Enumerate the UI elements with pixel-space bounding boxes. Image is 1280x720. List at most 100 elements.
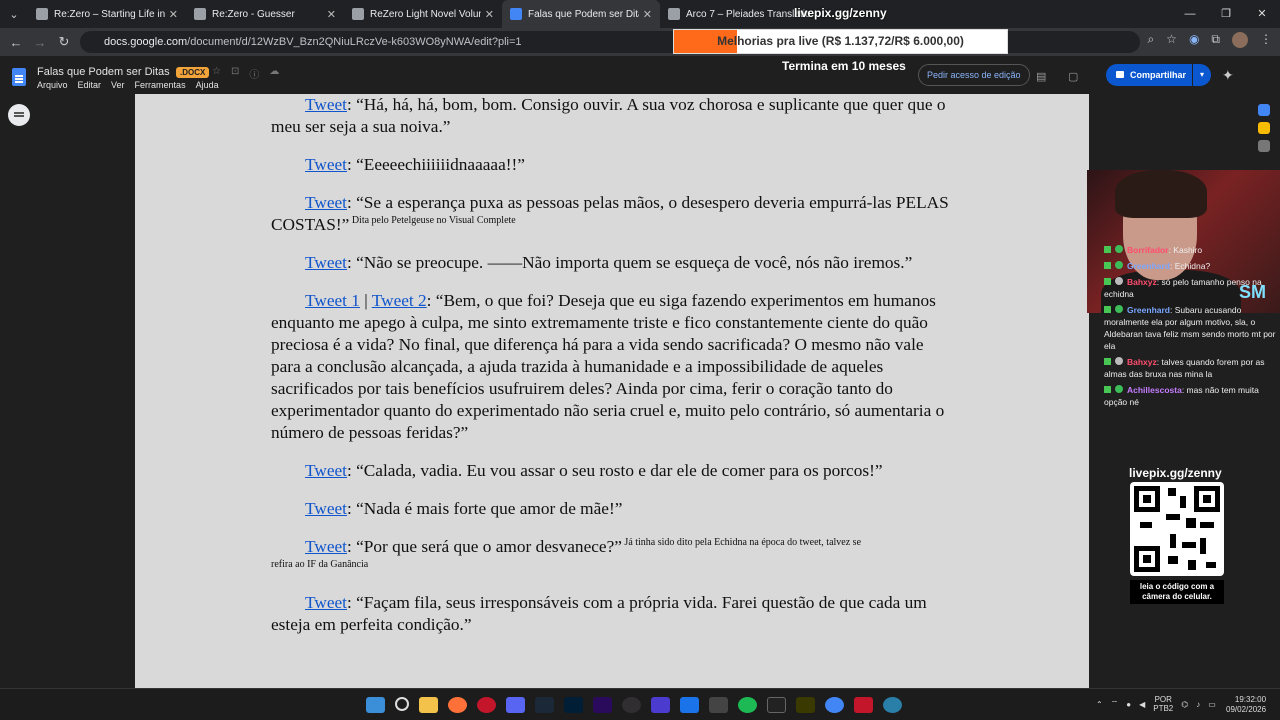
- info-icon[interactable]: ⓘ: [249, 66, 259, 81]
- tab-close-icon[interactable]: ✕: [327, 8, 336, 21]
- extension-icon[interactable]: ◉: [1189, 32, 1199, 48]
- start-icon[interactable]: [366, 697, 385, 713]
- steam-icon[interactable]: [535, 697, 554, 713]
- extensions-puzzle-icon[interactable]: ⧉: [1211, 32, 1220, 48]
- tweet-1-link[interactable]: Tweet 1: [305, 291, 360, 310]
- opera-icon[interactable]: [477, 697, 496, 713]
- network-status-icon[interactable]: ⌬: [1181, 700, 1188, 709]
- tasks-icon[interactable]: [1258, 140, 1270, 152]
- quote-paragraph: Tweet: “Não se preocupe. ——Não importa q…: [271, 252, 951, 274]
- menu-arquivo[interactable]: Arquivo: [37, 80, 68, 90]
- tab-favicon: [668, 8, 680, 20]
- badge-icon: [1104, 278, 1111, 285]
- cloud-icon[interactable]: ☁: [269, 66, 279, 81]
- quote-text: : “Bem, o que foi? Deseja que eu siga fa…: [271, 291, 945, 442]
- document-title[interactable]: Falas que Podem ser Ditas: [37, 66, 170, 78]
- media-player-icon[interactable]: [651, 697, 670, 713]
- speaker-icon[interactable]: ♪: [1196, 700, 1200, 709]
- tweet-link[interactable]: Tweet: [305, 155, 347, 174]
- discord-icon[interactable]: [506, 697, 525, 713]
- search-icon[interactable]: [395, 697, 409, 711]
- chat-message: Greenhard: Subaru acusando moralmente el…: [1104, 305, 1276, 351]
- chat-text: Echidna?: [1172, 261, 1211, 271]
- menu-ajuda[interactable]: Ajuda: [196, 80, 219, 90]
- photoshop-icon[interactable]: [564, 697, 583, 713]
- footnote-text: Já tinha sido dito pela Echidna na época…: [621, 537, 862, 549]
- request-edit-access-button[interactable]: Pedir acesso de edição: [918, 64, 1030, 86]
- quote-text: : “Há, há, há, bom, bom. Consigo ouvir. …: [271, 95, 946, 136]
- quote-paragraph: Tweet: “Calada, vadia. Eu vou assar o se…: [271, 460, 951, 482]
- tab-close-icon[interactable]: ✕: [485, 8, 494, 21]
- premiere-icon[interactable]: [593, 697, 612, 713]
- zoom-icon[interactable]: ⌕: [1147, 32, 1154, 48]
- bookmark-star-icon[interactable]: ☆: [1166, 32, 1177, 48]
- forward-icon[interactable]: →: [28, 35, 52, 50]
- browser-tab-4[interactable]: Falas que Podem ser Ditas.docx ✕: [502, 0, 660, 28]
- tweet-2-link[interactable]: Tweet 2: [372, 291, 427, 310]
- badge-icon: [1115, 277, 1123, 285]
- move-folder-icon[interactable]: ⊡: [231, 66, 239, 81]
- reload-icon[interactable]: ↻: [52, 34, 76, 50]
- language-indicator[interactable]: POR PTB2: [1153, 695, 1173, 713]
- menu-editar[interactable]: Editar: [78, 80, 102, 90]
- obs-icon[interactable]: [622, 697, 641, 713]
- app-icon[interactable]: [709, 697, 728, 713]
- tweet-link[interactable]: Tweet: [305, 461, 347, 480]
- tweet-link[interactable]: Tweet: [305, 593, 347, 612]
- browser-tab-2[interactable]: Re:Zero - Guesser ✕: [186, 0, 344, 28]
- browser-tab-1[interactable]: Re:Zero – Starting Life in Anoth ✕: [28, 0, 186, 28]
- quote-text: : “Calada, vadia. Eu vou assar o seu ros…: [346, 461, 883, 480]
- share-dropdown-icon[interactable]: ▾: [1193, 64, 1211, 86]
- firefox-icon[interactable]: [448, 697, 467, 713]
- quote-text: : “Eeeeechiiiiiidnaaaaa!!”: [346, 155, 525, 174]
- minimize-icon[interactable]: —: [1172, 0, 1208, 28]
- document-page[interactable]: Tweet: “Há, há, há, bom, bom. Consigo ou…: [135, 94, 1089, 688]
- clock[interactable]: 19:32:00 09/02/2026: [1226, 695, 1266, 715]
- tweet-link[interactable]: Tweet: [305, 253, 347, 272]
- file-explorer-icon[interactable]: [419, 697, 438, 713]
- chrome-icon[interactable]: [825, 697, 844, 713]
- tweet-link[interactable]: Tweet: [305, 95, 347, 114]
- app-icon[interactable]: [854, 697, 873, 713]
- battery-icon[interactable]: ▭: [1208, 700, 1216, 709]
- app-icon[interactable]: [796, 697, 815, 713]
- gemini-icon[interactable]: ✦: [1222, 67, 1234, 84]
- tab-favicon: [352, 8, 364, 20]
- chat-message: Bahxyz: só pelo tamanho penso na echidna: [1104, 277, 1262, 299]
- tab-close-icon[interactable]: ✕: [643, 8, 652, 21]
- meet-icon[interactable]: ▢: [1068, 70, 1078, 83]
- maximize-icon[interactable]: ❐: [1208, 0, 1244, 28]
- back-icon[interactable]: ←: [4, 35, 28, 50]
- profile-avatar[interactable]: [1232, 32, 1248, 48]
- chat-user: Bahxyz: [1127, 357, 1157, 367]
- badge-icon: [1104, 246, 1111, 253]
- app-icon[interactable]: [680, 697, 699, 713]
- outline-icon[interactable]: [8, 104, 30, 126]
- comments-icon[interactable]: ▤: [1036, 70, 1046, 83]
- tab-favicon: [510, 8, 522, 20]
- quote-paragraph: Tweet: “Há, há, há, bom, bom. Consigo ou…: [271, 94, 951, 138]
- docs-logo-icon[interactable]: [12, 68, 26, 86]
- menu-ver[interactable]: Ver: [111, 80, 125, 90]
- keep-icon[interactable]: [1258, 122, 1270, 134]
- browser-tab-3[interactable]: ReZero Light Novel Volume 39 ✕: [344, 0, 502, 28]
- browser-menu-icon[interactable]: ⋮: [1260, 32, 1272, 48]
- mic-icon[interactable]: ●: [1126, 700, 1131, 709]
- app-icon[interactable]: [883, 697, 902, 713]
- terminal-icon[interactable]: [767, 697, 786, 713]
- star-icon[interactable]: ☆: [212, 66, 221, 81]
- tray-chevron-icon[interactable]: ⌃: [1096, 700, 1103, 709]
- tab-close-icon[interactable]: ✕: [169, 8, 178, 21]
- tweet-link[interactable]: Tweet: [305, 499, 347, 518]
- tab-search-icon[interactable]: ⌄: [0, 0, 28, 28]
- menu-ferramentas[interactable]: Ferramentas: [135, 80, 186, 90]
- tweet-link[interactable]: Tweet: [305, 193, 347, 212]
- spotify-icon[interactable]: [738, 697, 757, 713]
- calendar-icon[interactable]: [1258, 104, 1270, 116]
- close-window-icon[interactable]: ✕: [1244, 0, 1280, 28]
- network-icon[interactable]: ⌔: [1111, 699, 1119, 709]
- tweet-link[interactable]: Tweet: [305, 537, 347, 556]
- volume-icon[interactable]: ◀: [1139, 700, 1145, 709]
- livepix-url-label: livepix.gg/zenny: [794, 6, 887, 20]
- share-button[interactable]: Compartilhar: [1106, 64, 1192, 86]
